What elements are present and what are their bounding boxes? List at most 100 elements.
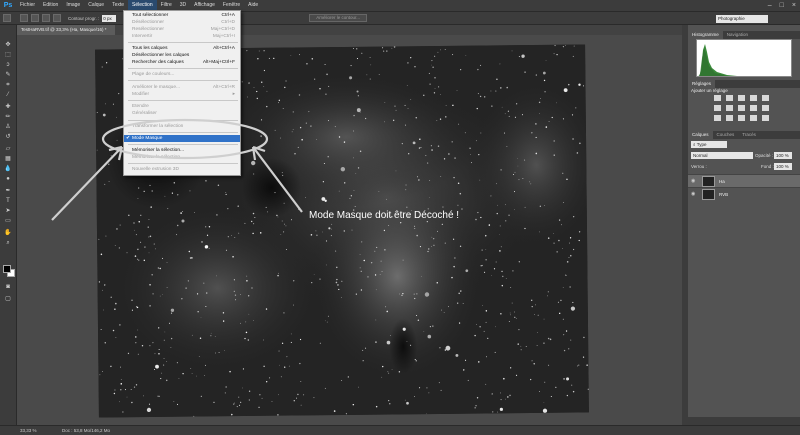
- tab-paths[interactable]: Tracés: [738, 131, 760, 139]
- fill-label: Fond :: [761, 164, 774, 169]
- hand-tool-icon[interactable]: ✋: [3, 229, 13, 237]
- tab-adjustments[interactable]: Réglages: [688, 80, 716, 88]
- move-tool-icon[interactable]: ✥: [3, 41, 13, 49]
- blend-mode-select[interactable]: Normal: [691, 152, 753, 159]
- menu-item-save-selection[interactable]: Mémoriser la sélection...: [124, 154, 240, 161]
- menu-item-3d-extrusion[interactable]: Nouvelle extrusion 3D: [124, 166, 240, 173]
- menu-item-load-selection[interactable]: Mémoriser la sélection...: [124, 147, 240, 154]
- brightness-adjust-icon[interactable]: [714, 95, 721, 101]
- menu-aide[interactable]: Aide: [244, 0, 262, 11]
- menu-item-deselect-layers[interactable]: Désélectionner les calques: [124, 52, 240, 59]
- menu-item-reselect[interactable]: Resélectionner Maj+Ctrl+D: [124, 26, 240, 33]
- levels-adjust-icon[interactable]: [726, 95, 733, 101]
- layer-row[interactable]: ◉ RVB: [688, 187, 800, 200]
- menu-item-find-layers[interactable]: Rechercher des calques Alt+Maj+Ctrl+F: [124, 59, 240, 66]
- bw-adjust-icon[interactable]: [738, 105, 745, 111]
- posterize-adjust-icon[interactable]: [726, 115, 733, 121]
- history-brush-icon[interactable]: ↺: [3, 133, 13, 141]
- menu-item-grow[interactable]: Etendre: [124, 103, 240, 110]
- menu-calque[interactable]: Calque: [84, 0, 108, 11]
- menu-separator: [128, 68, 238, 69]
- tab-histogram[interactable]: Histogramme: [688, 31, 723, 39]
- zoom-level[interactable]: 33,33 %: [20, 426, 37, 435]
- menu-item-select-all[interactable]: Tout sélectionner Ctrl+A: [124, 12, 240, 19]
- path-selection-icon[interactable]: ➤: [3, 207, 13, 215]
- shape-tool-icon[interactable]: ▭: [3, 217, 13, 225]
- color-balance-adjust-icon[interactable]: [726, 105, 733, 111]
- refine-edge-button[interactable]: Améliorer le contour...: [309, 14, 368, 22]
- vibrance-adjust-icon[interactable]: [762, 95, 769, 101]
- menu-item-quick-mask[interactable]: ✔ Mode Masque: [124, 135, 240, 142]
- eraser-tool-icon[interactable]: ▱: [3, 145, 13, 153]
- selective-color-adjust-icon[interactable]: [762, 115, 769, 121]
- menu-fichier[interactable]: Fichier: [16, 0, 39, 11]
- menu-item-modify[interactable]: Modifier ▸: [124, 91, 240, 98]
- menu-item-deselect[interactable]: Désélectionner Ctrl+D: [124, 19, 240, 26]
- layer-row[interactable]: ◉ Ha: [688, 174, 800, 187]
- adjustment-icons-row-2: [714, 105, 769, 111]
- channel-mixer-adjust-icon[interactable]: [762, 105, 769, 111]
- clone-stamp-icon[interactable]: ♙: [3, 123, 13, 131]
- marquee-tool-icon[interactable]: ⬚: [3, 51, 13, 59]
- menu-item-all-layers[interactable]: Tous les calques Alt+Ctrl+A: [124, 45, 240, 52]
- marquee-tool-preset-icon[interactable]: [3, 14, 11, 22]
- crop-tool-icon[interactable]: ⌗: [3, 81, 13, 89]
- curves-adjust-icon[interactable]: [738, 95, 745, 101]
- add-selection-icon[interactable]: [31, 14, 39, 22]
- hue-sat-adjust-icon[interactable]: [714, 105, 721, 111]
- close-icon[interactable]: ×: [792, 2, 796, 9]
- dodge-tool-icon[interactable]: ●: [3, 175, 13, 183]
- brush-tool-icon[interactable]: ✏: [3, 113, 13, 121]
- menu-bar: Ps Fichier Edition Image Calque Texte Sé…: [0, 0, 800, 11]
- color-swatches[interactable]: [3, 265, 15, 277]
- adjustment-icons-row-3: [714, 115, 769, 121]
- layer-filter-select[interactable]: ⌕ Type: [691, 141, 727, 148]
- menu-item-inverse[interactable]: Intervertir Maj+Ctrl+I: [124, 33, 240, 40]
- eye-icon[interactable]: ◉: [691, 178, 695, 184]
- layers-panel-footer: [688, 417, 800, 425]
- quick-selection-icon[interactable]: ✎: [3, 71, 13, 79]
- menu-separator: [128, 132, 238, 133]
- menu-item-color-range[interactable]: Plage de couleurs...: [124, 71, 240, 78]
- layer-name: RVB: [719, 192, 729, 197]
- minimize-icon[interactable]: –: [768, 2, 772, 9]
- invert-adjust-icon[interactable]: [714, 115, 721, 121]
- menu-item-refine-mask[interactable]: Améliorer le masque... Alt+Ctrl+R: [124, 84, 240, 91]
- intersect-selection-icon[interactable]: [53, 14, 61, 22]
- menu-item-transform-selection[interactable]: Transformer la sélection: [124, 123, 240, 130]
- fill-input[interactable]: 100 %: [774, 163, 792, 170]
- document-tab[interactable]: TestHaRVB.tif @ 33,3% (Ha, Masque/16) *: [17, 25, 115, 35]
- gradient-tool-icon[interactable]: ▦: [3, 155, 13, 163]
- checkmark-icon: ✔: [126, 136, 131, 141]
- blur-tool-icon[interactable]: 💧: [3, 165, 13, 173]
- pen-tool-icon[interactable]: ✒: [3, 187, 13, 195]
- menu-item-similar[interactable]: Généraliser: [124, 110, 240, 117]
- threshold-adjust-icon[interactable]: [738, 115, 745, 121]
- foreground-color[interactable]: [3, 265, 11, 273]
- lasso-tool-icon[interactable]: ↄ: [3, 61, 13, 69]
- photo-filter-adjust-icon[interactable]: [750, 105, 757, 111]
- tab-layers[interactable]: Calques: [688, 131, 713, 139]
- feather-input[interactable]: 0 px: [102, 14, 117, 22]
- screen-mode-icon[interactable]: ▢: [3, 295, 13, 303]
- type-tool-icon[interactable]: T: [3, 197, 13, 205]
- menu-edition[interactable]: Edition: [39, 0, 62, 11]
- subtract-selection-icon[interactable]: [42, 14, 50, 22]
- gradient-map-adjust-icon[interactable]: [750, 115, 757, 121]
- document-tab-bar: TestHaRVB.tif @ 33,3% (Ha, Masque/16) *: [17, 25, 682, 35]
- eye-icon[interactable]: ◉: [691, 191, 695, 197]
- menu-image[interactable]: Image: [62, 0, 84, 11]
- new-selection-icon[interactable]: [20, 14, 28, 22]
- opacity-input[interactable]: 100 %: [774, 152, 792, 159]
- workspace-select[interactable]: Photographie: [716, 15, 768, 23]
- exposure-adjust-icon[interactable]: [750, 95, 757, 101]
- tab-channels[interactable]: Couches: [713, 131, 739, 139]
- quick-mask-icon[interactable]: ◙: [3, 283, 13, 291]
- healing-brush-icon[interactable]: ✚: [3, 103, 13, 111]
- eyedropper-tool-icon[interactable]: ⁄: [3, 91, 13, 99]
- tab-navigation[interactable]: Navigation: [723, 31, 752, 39]
- maximize-icon[interactable]: □: [780, 2, 784, 9]
- histogram-panel-tabs: Histogramme Navigation: [688, 31, 800, 39]
- zoom-tool-icon[interactable]: ⌕: [3, 239, 13, 247]
- canvas-area[interactable]: [17, 35, 682, 425]
